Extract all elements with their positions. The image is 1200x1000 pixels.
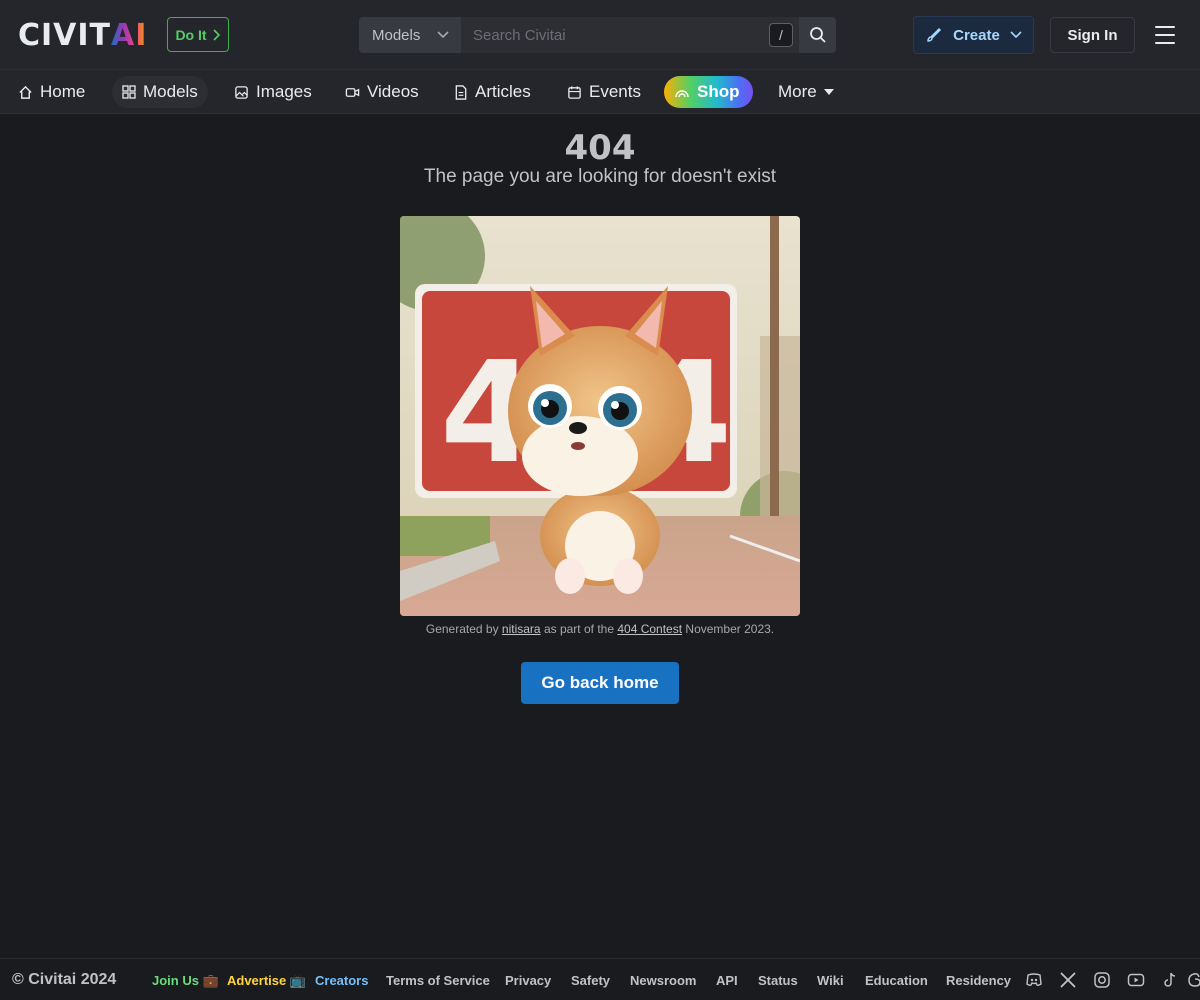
- rainbow-icon: [675, 90, 689, 98]
- calendar-icon: [568, 85, 581, 99]
- grid-icon: [122, 85, 136, 99]
- footer-link-safety[interactable]: Safety: [571, 973, 610, 988]
- footer-link-privacy[interactable]: Privacy: [505, 973, 551, 988]
- header: CIVITAI Do It Models / Create Sign In: [0, 0, 1200, 70]
- nav-item-images[interactable]: Images: [224, 76, 322, 108]
- error-code: 404: [564, 128, 636, 168]
- nav-item-label: Articles: [475, 82, 531, 101]
- nav-item-label: Events: [589, 82, 641, 101]
- search-shortcut-hint: /: [769, 23, 793, 47]
- search-button[interactable]: [799, 17, 836, 53]
- x-icon[interactable]: [1059, 971, 1077, 989]
- create-button[interactable]: Create: [913, 16, 1034, 54]
- video-icon: [345, 87, 360, 97]
- civitai-logo[interactable]: CIVIT AI: [18, 17, 148, 53]
- search-scope-select[interactable]: Models: [359, 17, 461, 53]
- go-back-home-button[interactable]: Go back home: [521, 662, 679, 704]
- copyright: © Civitai 2024: [12, 971, 117, 988]
- file-text-icon: [455, 84, 467, 100]
- footer-link-newsroom[interactable]: Newsroom: [630, 973, 696, 988]
- menu-icon[interactable]: [1155, 26, 1175, 44]
- search-scope-value: Models: [372, 26, 421, 44]
- photo-icon: [235, 85, 248, 99]
- create-label: Create: [953, 26, 1000, 44]
- threads-icon[interactable]: [1186, 971, 1200, 989]
- do-it-button[interactable]: Do It: [167, 17, 229, 52]
- discord-icon[interactable]: [1025, 971, 1043, 989]
- footer-link-terms[interactable]: Terms of Service: [386, 973, 490, 988]
- tiktok-icon[interactable]: [1161, 971, 1179, 989]
- caret-down-icon: [823, 88, 834, 95]
- nav-item-label: Videos: [367, 82, 419, 101]
- nav-item-shop[interactable]: Shop: [664, 76, 753, 108]
- logo-text: CIVIT: [18, 17, 112, 53]
- footer-link-wiki[interactable]: Wiki: [817, 973, 844, 988]
- nav-item-label: Models: [143, 82, 198, 101]
- error-message: The page you are looking for doesn't exi…: [423, 166, 777, 187]
- nav-item-label: More: [778, 82, 817, 101]
- nav-item-label: Shop: [697, 82, 740, 101]
- chevron-down-icon: [437, 31, 449, 39]
- nav-item-models[interactable]: Models: [112, 76, 208, 108]
- search-field: /: [461, 17, 799, 53]
- footer-link-creators[interactable]: Creators: [315, 973, 368, 988]
- image-caption: Generated by nitisara as part of the 404…: [425, 622, 775, 636]
- sign-in-button[interactable]: Sign In: [1050, 17, 1135, 53]
- nav-item-events[interactable]: Events: [557, 76, 651, 108]
- home-icon: [19, 85, 32, 99]
- footer-link-status[interactable]: Status: [758, 973, 798, 988]
- search-bar: Models /: [359, 17, 836, 53]
- chevron-right-icon: [212, 28, 220, 41]
- main-nav: Home Models Images Videos Articles Event…: [0, 70, 1200, 114]
- search-input[interactable]: [473, 26, 763, 44]
- contest-link[interactable]: 404 Contest: [617, 622, 682, 636]
- nav-item-videos[interactable]: Videos: [335, 76, 429, 108]
- search-icon: [809, 27, 826, 43]
- footer: © Civitai 2024 Join Us 💼 Advertise 📺 Cre…: [0, 958, 1200, 1000]
- author-link[interactable]: nitisara: [502, 622, 541, 636]
- footer-link-join-us[interactable]: Join Us 💼: [152, 973, 219, 989]
- youtube-icon[interactable]: [1127, 971, 1145, 989]
- brush-icon: [927, 27, 942, 42]
- do-it-label: Do It: [175, 26, 207, 43]
- nav-item-articles[interactable]: Articles: [444, 76, 541, 108]
- nav-item-more[interactable]: More: [768, 76, 844, 108]
- nav-item-label: Home: [40, 82, 86, 101]
- footer-link-api[interactable]: API: [716, 973, 738, 988]
- footer-link-residency[interactable]: Residency: [946, 973, 1011, 988]
- footer-link-education[interactable]: Education: [865, 973, 928, 988]
- footer-link-advertise[interactable]: Advertise 📺: [227, 973, 306, 989]
- instagram-icon[interactable]: [1093, 971, 1111, 989]
- nav-item-label: Images: [256, 82, 312, 101]
- chevron-down-icon: [1010, 31, 1022, 39]
- nav-item-home[interactable]: Home: [8, 76, 95, 108]
- error-illustration: 404: [400, 216, 800, 616]
- logo-text-accent: AI: [111, 17, 148, 53]
